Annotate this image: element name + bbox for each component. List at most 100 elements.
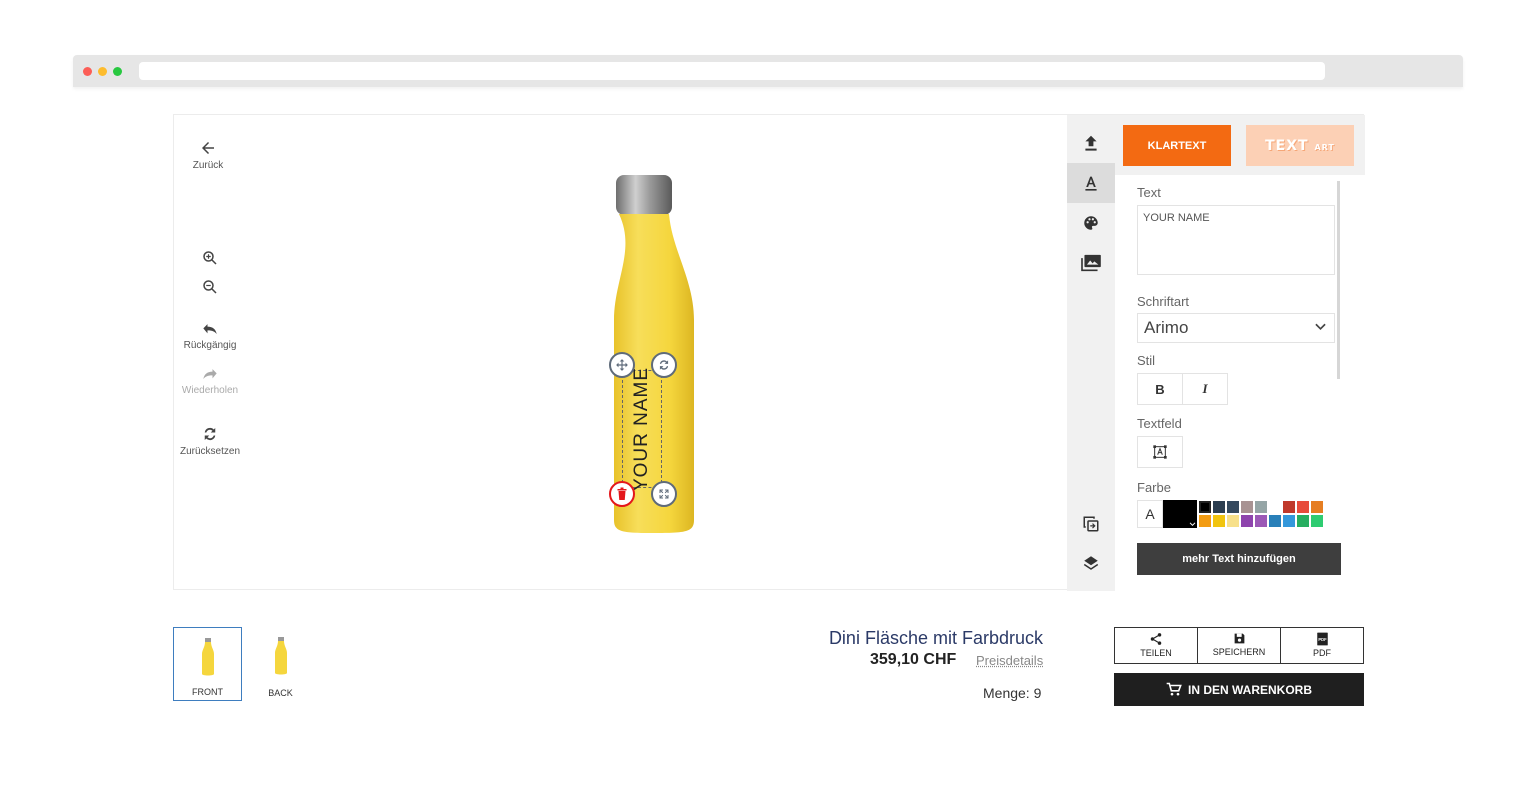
rotate-handle[interactable]: [651, 352, 677, 378]
color-swatch[interactable]: [1268, 514, 1282, 528]
color-swatch[interactable]: [1310, 500, 1324, 514]
share-icon: [1150, 633, 1162, 645]
layers-icon: [1083, 556, 1099, 570]
pdf-file-icon: PDF: [1316, 632, 1328, 646]
bottle-thumbnail: [274, 637, 287, 675]
undo-button[interactable]: Rückgängig: [170, 323, 250, 351]
color-swatch[interactable]: [1310, 514, 1324, 528]
palette-icon: [1084, 216, 1098, 230]
layers-tool-button[interactable]: [1067, 543, 1115, 583]
delete-handle[interactable]: [609, 481, 635, 507]
color-swatch[interactable]: [1198, 514, 1212, 528]
images-icon: [1081, 254, 1101, 272]
color-swatch[interactable]: [1296, 500, 1310, 514]
bold-button[interactable]: B: [1137, 373, 1183, 405]
color-swatch[interactable]: [1212, 500, 1226, 514]
text-mode-tabs: KLARTEXT TEXT ART: [1115, 115, 1365, 175]
redo-icon: [203, 369, 217, 380]
color-swatch[interactable]: [1282, 500, 1296, 514]
color-swatch[interactable]: [1240, 500, 1254, 514]
refresh-icon: [204, 427, 216, 441]
zoom-out-button[interactable]: [170, 278, 250, 299]
italic-button[interactable]: I: [1182, 373, 1228, 405]
panel-scrollbar[interactable]: [1337, 181, 1340, 379]
color-swatch[interactable]: [1254, 514, 1268, 528]
color-swatch[interactable]: [1268, 500, 1282, 514]
redo-button[interactable]: Wiederholen: [170, 368, 250, 396]
window-minimize-dot[interactable]: [98, 67, 107, 76]
add-to-cart-label: IN DEN WARENKORB: [1187, 682, 1312, 697]
font-select-value: Arimo: [1144, 318, 1189, 337]
rotate-icon: [659, 360, 669, 370]
address-bar[interactable]: [139, 62, 1325, 80]
design-canvas[interactable]: YOUR NAME: [554, 170, 754, 540]
view-thumbnail-back[interactable]: BACK: [246, 627, 315, 701]
bottle-text[interactable]: YOUR NAME: [631, 367, 653, 491]
quantity-text: Menge: 9: [983, 685, 1042, 701]
undo-label: Rückgängig: [183, 340, 237, 351]
price-details-link[interactable]: Preisdetails: [976, 653, 1043, 668]
color-swatch[interactable]: [1212, 514, 1226, 528]
font-select[interactable]: Arimo: [1137, 313, 1335, 343]
undo-icon: [203, 324, 217, 335]
duplicate-tool-button[interactable]: [1067, 504, 1115, 544]
back-label: Zurück: [192, 160, 224, 171]
current-color-picker[interactable]: [1163, 500, 1197, 528]
color-swatch[interactable]: [1198, 500, 1212, 514]
text-field-label: Text: [1137, 185, 1161, 200]
image-tool-button[interactable]: [1067, 243, 1115, 283]
bottle-thumbnail: [201, 638, 214, 676]
color-swatch[interactable]: [1226, 514, 1240, 528]
reset-button[interactable]: Zurücksetzen: [170, 425, 250, 457]
text-box-icon: [1153, 445, 1167, 459]
view-thumbnail-front[interactable]: FRONT: [173, 627, 242, 701]
trash-icon: [617, 487, 627, 500]
textbox-toggle-button[interactable]: [1137, 436, 1183, 468]
cart-icon: [1166, 682, 1182, 696]
add-more-text-button[interactable]: mehr Text hinzufügen: [1137, 543, 1341, 575]
product-title: Dini Fläsche mit Farbdruck: [828, 628, 1043, 648]
pdf-button[interactable]: PDF PDF: [1280, 627, 1364, 664]
color-swatch[interactable]: [1296, 514, 1310, 528]
save-button[interactable]: SPEICHERN: [1197, 627, 1281, 664]
share-button[interactable]: TEILEN: [1114, 627, 1198, 664]
upload-tool-button[interactable]: [1067, 123, 1115, 163]
style-label: Stil: [1137, 353, 1156, 368]
arrow-left-icon: [202, 142, 214, 154]
floppy-disk-icon: [1234, 633, 1244, 644]
zoom-in-button[interactable]: [170, 249, 250, 270]
window-close-dot[interactable]: [83, 67, 92, 76]
svg-text:PDF: PDF: [1318, 637, 1327, 642]
text-input[interactable]: YOUR NAME: [1137, 205, 1335, 275]
color-swatch[interactable]: [1282, 514, 1296, 528]
color-swatch[interactable]: [1254, 500, 1268, 514]
textfield-label: Textfeld: [1137, 416, 1182, 431]
product-price: 359,10 CHF: [870, 651, 957, 668]
color-tool-button[interactable]: [1067, 203, 1115, 243]
text-selection-box[interactable]: YOUR NAME: [622, 367, 662, 491]
text-art-main-label: TEXT: [1265, 137, 1309, 154]
redo-label: Wiederholen: [181, 385, 239, 396]
resize-handle[interactable]: [651, 481, 677, 507]
text-format-icon: [1085, 176, 1097, 191]
tab-klartext[interactable]: KLARTEXT: [1123, 125, 1231, 166]
add-to-cart-button[interactable]: IN DEN WARENKORB: [1114, 673, 1364, 706]
view-label-back: BACK: [268, 688, 293, 698]
zoom-in-icon: [203, 251, 217, 265]
tab-text-art[interactable]: TEXT ART: [1246, 125, 1354, 166]
back-button[interactable]: Zurück: [168, 139, 248, 171]
save-label: SPEICHERN: [1212, 647, 1266, 657]
text-tool-button[interactable]: [1067, 163, 1115, 203]
color-swatch[interactable]: [1240, 514, 1254, 528]
product-designer: Zurück Rückgängig Wiederholen Zurücksetz…: [170, 114, 1365, 591]
color-label: Farbe: [1137, 480, 1171, 495]
window-maximize-dot[interactable]: [113, 67, 122, 76]
color-swatch[interactable]: [1226, 500, 1240, 514]
browser-toolbar: [73, 55, 1463, 87]
pdf-label: PDF: [1313, 648, 1331, 658]
tool-rail: [1067, 115, 1115, 591]
color-swatch-grid: [1198, 500, 1328, 528]
zoom-out-icon: [203, 280, 217, 294]
view-label-front: FRONT: [192, 687, 223, 697]
move-handle[interactable]: [609, 352, 635, 378]
